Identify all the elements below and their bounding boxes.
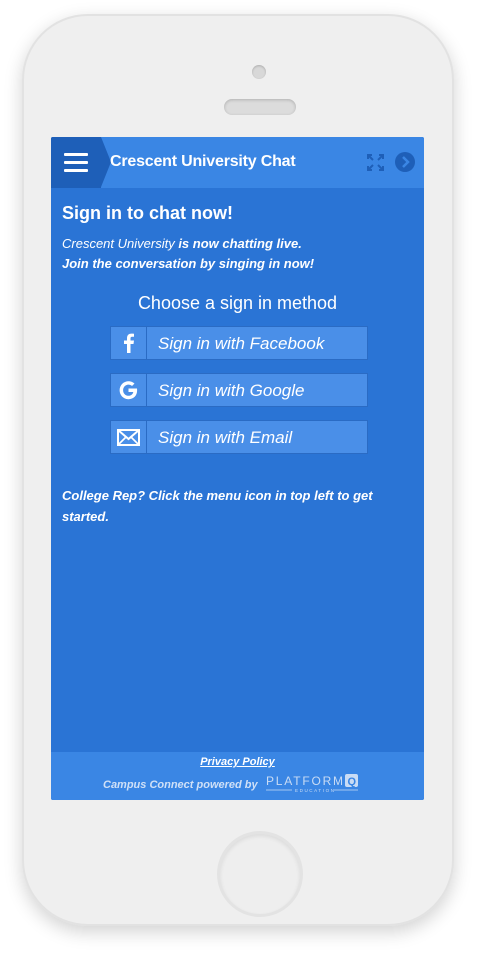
chat-header: Crescent University Chat <box>51 137 424 188</box>
chevron-right-icon[interactable] <box>395 152 415 172</box>
college-rep-note: College Rep? Click the menu icon in top … <box>62 488 373 524</box>
google-icon <box>111 374 147 406</box>
google-signin-button[interactable]: Sign in with Google <box>110 373 368 407</box>
privacy-policy-link[interactable]: Privacy Policy <box>51 756 424 768</box>
chat-title: Crescent University Chat <box>110 153 296 170</box>
facebook-signin-label: Sign in with Facebook <box>158 334 325 353</box>
school-name: Crescent University <box>62 236 175 251</box>
hamburger-icon <box>64 153 88 173</box>
brand-name: PLATFORM <box>266 774 345 788</box>
facebook-icon <box>111 327 147 359</box>
email-signin-button[interactable]: Sign in with Email <box>110 420 368 454</box>
expand-icon[interactable] <box>366 153 385 172</box>
email-signin-label: Sign in with Email <box>158 428 293 447</box>
brand-letter: Q <box>348 776 357 788</box>
chat-screen: Crescent University Chat Sign in to chat… <box>51 137 424 800</box>
google-signin-label: Sign in with Google <box>158 381 305 400</box>
intro-text: Crescent University is now chatting live… <box>62 234 314 274</box>
brand-sub: EDUCATION <box>295 788 336 793</box>
mail-icon <box>111 421 147 453</box>
choose-method-label: Choose a sign in method <box>137 293 338 313</box>
camera <box>252 65 266 79</box>
home-button[interactable] <box>220 834 300 914</box>
signin-heading: Sign in to chat now! <box>62 203 233 223</box>
menu-button[interactable] <box>51 137 111 188</box>
platformq-logo: PLATFORM Q EDUCATION <box>266 774 358 793</box>
powered-by-text: Campus Connect powered by <box>103 779 258 791</box>
facebook-signin-button[interactable]: Sign in with Facebook <box>110 326 368 360</box>
intro-line1: is now chatting live. <box>174 236 302 251</box>
speaker-grille <box>224 99 296 115</box>
intro-line2: Join the conversation by singing in now! <box>62 256 315 271</box>
chat-footer: Privacy Policy Campus Connect powered by… <box>51 752 424 800</box>
